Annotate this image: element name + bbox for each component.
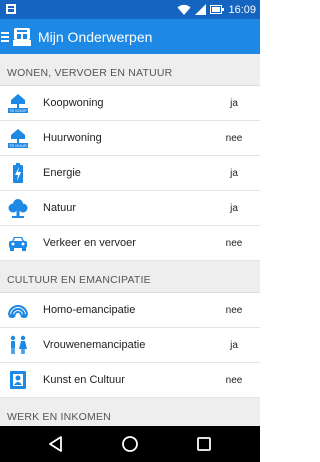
rainbow-icon [8, 300, 28, 320]
list-item-label: Homo-emancipatie [43, 304, 136, 316]
for-rent-sign-text: TE HUUR [9, 143, 27, 148]
recents-square-icon[interactable] [195, 435, 213, 453]
notification-icon [5, 3, 17, 15]
framed-art-icon [8, 370, 28, 390]
car-icon [8, 233, 28, 253]
house-for-sale-icon: TE KOOP [8, 93, 28, 113]
wifi-icon [177, 4, 191, 16]
list-item-label: Energie [43, 167, 81, 179]
list-item-label: Verkeer en vervoer [43, 237, 136, 249]
list-item-value: nee [225, 237, 243, 249]
battery-status-icon [210, 5, 225, 14]
list-item-value: ja [230, 202, 238, 214]
list-item-label: Vrouwenemancipatie [43, 339, 146, 351]
navigation-bar [0, 426, 260, 462]
section-header-wonen: WONEN, VERVOER EN NATUUR [0, 54, 260, 86]
list-item-verkeer[interactable]: Verkeer en vervoer nee [0, 226, 260, 261]
list-item-value: nee [225, 304, 243, 316]
battery-icon [8, 163, 28, 183]
back-triangle-icon[interactable] [47, 435, 65, 453]
section-header-werk: WERK EN INKOMEN [0, 398, 260, 426]
list-item-huurwoning[interactable]: TE HUUR Huurwoning nee [0, 121, 260, 156]
topics-list: WONEN, VERVOER EN NATUUR TE KOOP Koopwon… [0, 54, 260, 426]
list-item-label: Koopwoning [43, 97, 104, 109]
list-item-label: Natuur [43, 202, 77, 214]
list-item-natuur[interactable]: Natuur ja [0, 191, 260, 226]
list-item-value: ja [230, 339, 238, 351]
list-item-value: ja [230, 97, 238, 109]
clock: 16:09 [228, 3, 256, 16]
list-item-energie[interactable]: Energie ja [0, 156, 260, 191]
list-item-vrouwenemancipatie[interactable]: Vrouwenemancipatie ja [0, 328, 260, 363]
list-item-label: Huurwoning [43, 132, 102, 144]
topics-logo-icon [11, 26, 33, 48]
signal-icon [195, 4, 207, 15]
page-title: Mijn Onderwerpen [38, 28, 153, 45]
man-woman-icon [8, 335, 28, 355]
house-for-rent-icon: TE HUUR [8, 128, 28, 148]
tree-icon [8, 198, 28, 218]
for-sale-sign-text: TE KOOP [9, 108, 27, 113]
list-item-kunst-en-cultuur[interactable]: Kunst en Cultuur nee [0, 363, 260, 398]
app-bar: Mijn Onderwerpen [0, 19, 260, 54]
list-item-value: nee [225, 374, 243, 386]
list-item-koopwoning[interactable]: TE KOOP Koopwoning ja [0, 86, 260, 121]
section-header-cultuur: CULTUUR EN EMANCIPATIE [0, 261, 260, 293]
list-item-homo-emancipatie[interactable]: Homo-emancipatie nee [0, 293, 260, 328]
hamburger-icon[interactable] [1, 31, 9, 43]
home-circle-icon[interactable] [121, 435, 139, 453]
list-item-value: nee [225, 132, 243, 144]
status-bar: 16:09 [0, 0, 260, 19]
list-item-label: Kunst en Cultuur [43, 374, 125, 386]
list-item-value: ja [230, 167, 238, 179]
